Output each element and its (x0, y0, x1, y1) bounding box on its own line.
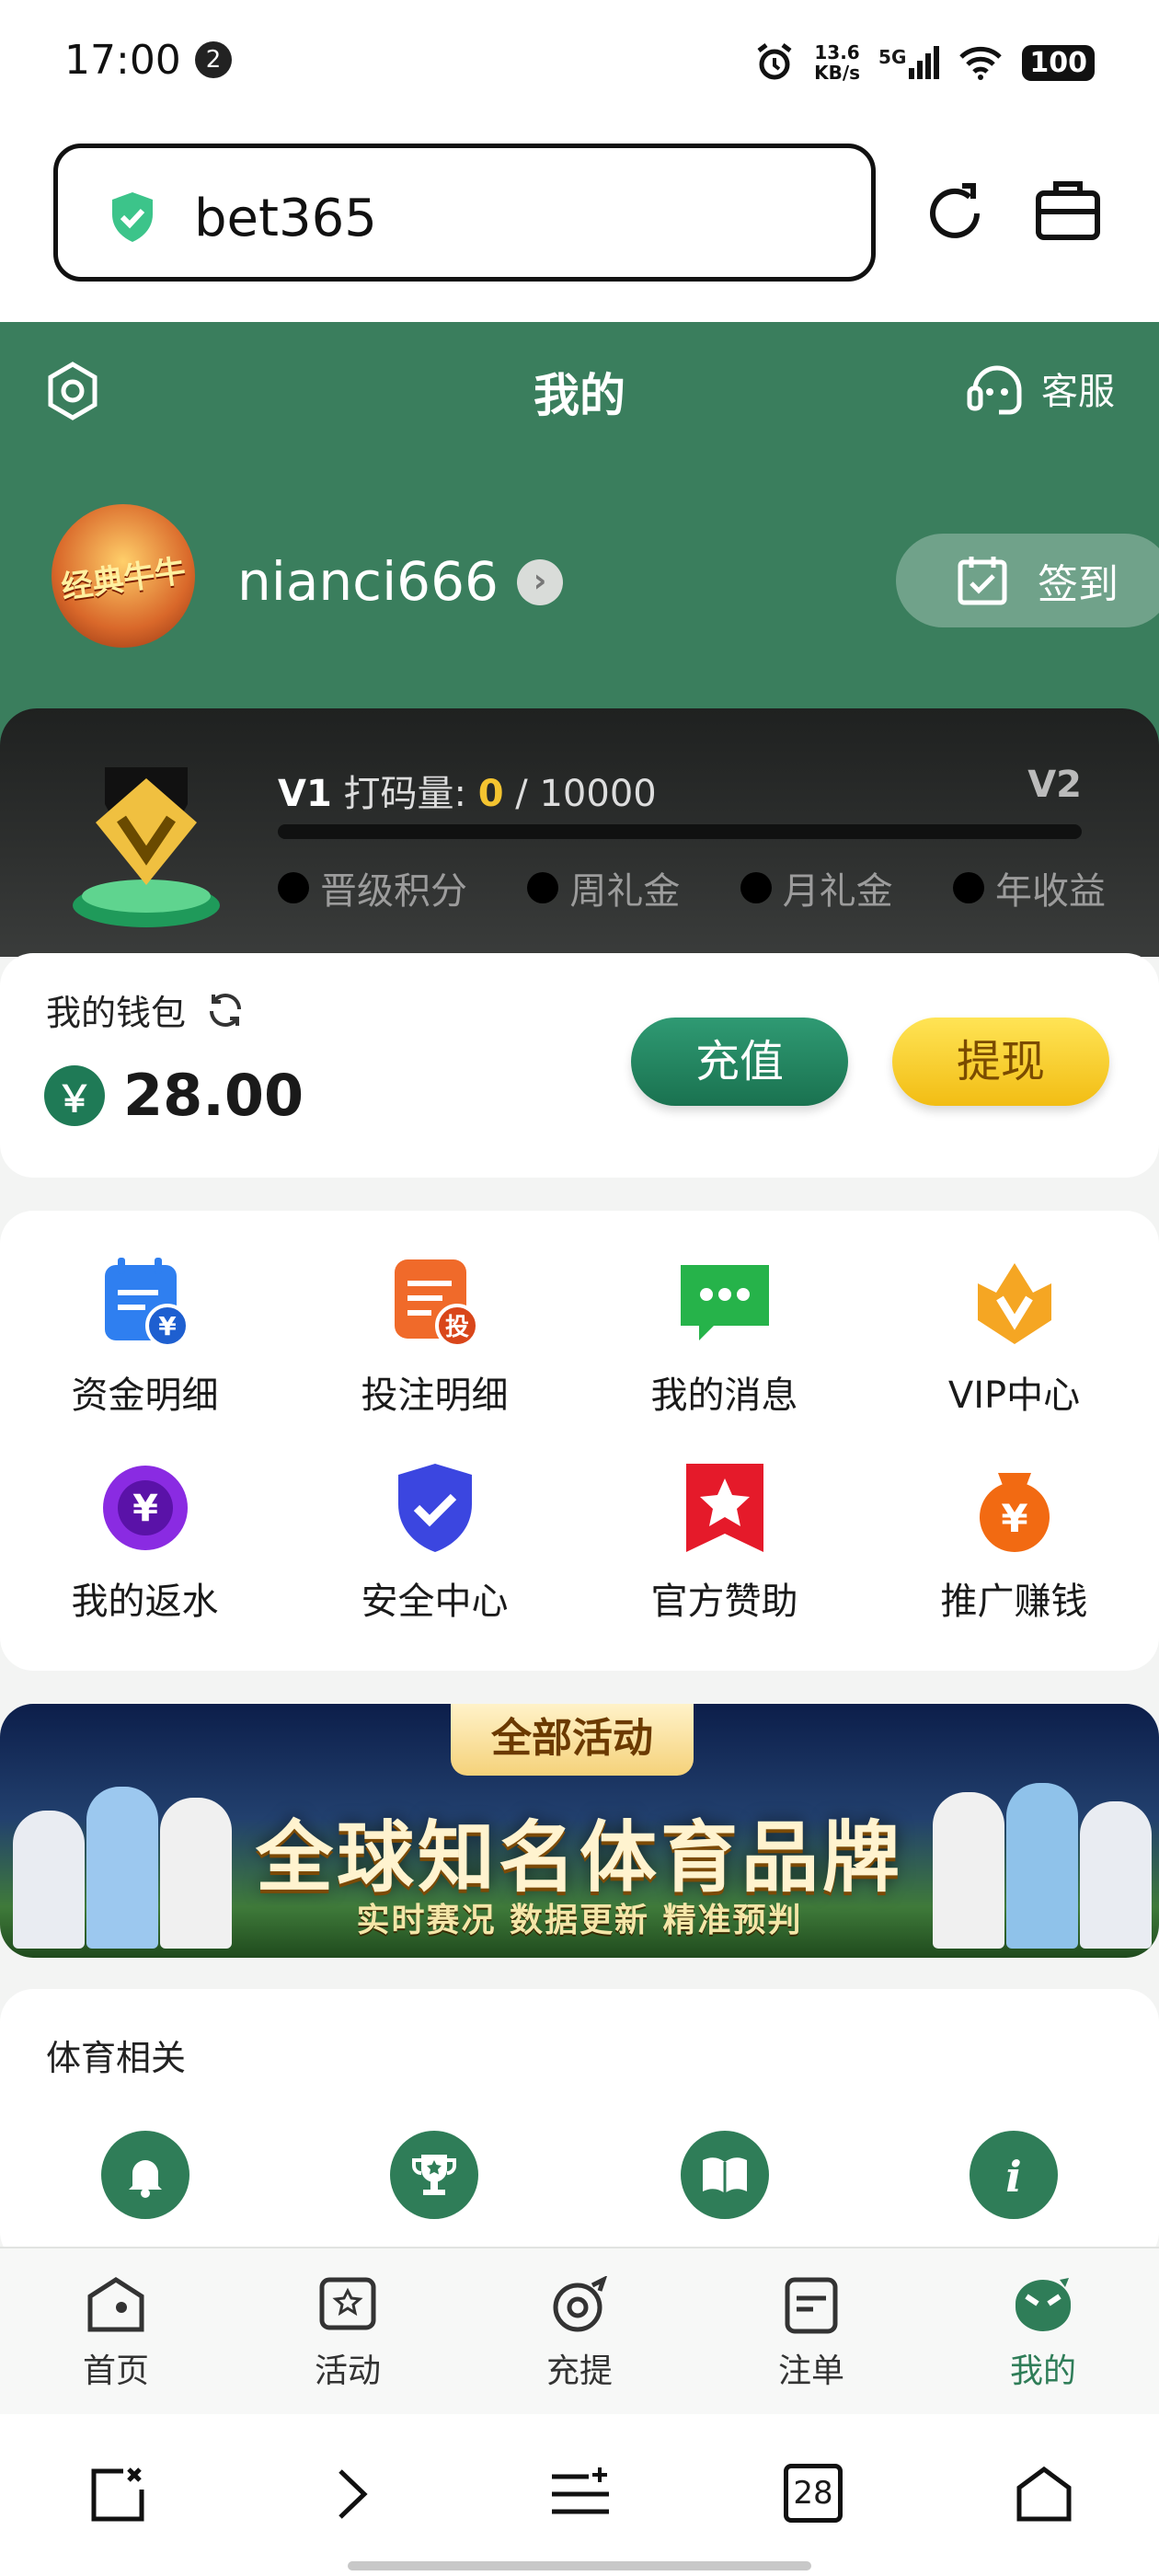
vip-crown-icon (977, 1263, 1051, 1344)
status-bar: 17:00 2 13.6 KB/s 5G 100 (0, 0, 1159, 129)
promo-banner[interactable]: 全部活动 全球知名体育品牌 实时赛况 数据更新 精准预判 (0, 1704, 1159, 1958)
new-tab-icon[interactable] (86, 2464, 147, 2524)
perk-item: 周礼金 (527, 861, 680, 914)
svg-text:¥: ¥ (158, 1311, 177, 1341)
headset-icon (967, 365, 1022, 415)
vip-next-level: V2 (1027, 764, 1082, 806)
perk-item: 年收益 (952, 861, 1106, 914)
perk-item: 月礼金 (740, 861, 893, 914)
vip-perks: 晋级积分 周礼金 月礼金 年收益 (278, 861, 1106, 914)
section-title: 体育相关 (46, 2038, 187, 2078)
menu-vip-center[interactable]: VIP中心 (869, 1211, 1159, 1417)
reload-icon[interactable] (920, 178, 990, 248)
menu-messages[interactable]: 我的消息 (580, 1211, 869, 1417)
browser-toolbar: 28 (0, 2414, 1159, 2576)
activity-icon (319, 2277, 376, 2330)
avatar-text: 经典牛牛 (59, 552, 189, 606)
deposit-withdraw-icon (553, 2275, 608, 2332)
info-icon[interactable]: i (970, 2131, 1058, 2219)
svg-text:¥: ¥ (132, 1488, 158, 1530)
alarm-icon (757, 43, 792, 80)
vip-badge-icon (73, 767, 220, 927)
menu-promote-earn[interactable]: ¥ 推广赚钱 (869, 1417, 1159, 1623)
sports-section: 体育相关 i (0, 1989, 1159, 2265)
security-shield-icon (397, 1464, 472, 1552)
calendar-check-icon (958, 557, 1007, 605)
menu-bet-details[interactable]: 投 投注明细 (290, 1211, 580, 1417)
checkin-label: 签到 (1038, 561, 1119, 608)
banner-tag: 全部活动 (451, 1704, 694, 1776)
currency-coin-icon: ￥ (44, 1064, 105, 1126)
perk-item: 晋级积分 (278, 861, 467, 914)
bet-details-icon: 投 (394, 1259, 479, 1348)
nav-profile[interactable]: 我的 (979, 2276, 1107, 2392)
app-bottom-nav: 首页 活动 充提 注单 我的 (0, 2247, 1159, 2414)
notification-count-badge: 2 (195, 41, 232, 78)
withdraw-button[interactable]: 提现 (892, 1018, 1109, 1106)
nav-bet-slip[interactable]: 注单 (747, 2276, 876, 2392)
customer-service-button[interactable]: 客服 (964, 357, 1115, 420)
status-time: 17:00 (64, 37, 181, 84)
forward-arrow-icon[interactable] (331, 2464, 372, 2524)
svg-text:投: 投 (444, 1314, 468, 1341)
deposit-button[interactable]: 充值 (631, 1018, 848, 1106)
message-icon (680, 1265, 769, 1340)
vip-progress-card[interactable]: V1 打码量: 0 / 10000 V2 晋级积分 周礼金 月礼金 年收益 (0, 708, 1159, 957)
sponsor-star-icon (685, 1464, 763, 1552)
refresh-icon[interactable] (204, 989, 247, 1031)
home-browser-icon[interactable] (1014, 2464, 1074, 2524)
vip-progress-bar (278, 824, 1082, 839)
nav-home[interactable]: 首页 (52, 2276, 180, 2392)
wallet-label: 我的钱包 (46, 984, 247, 1035)
feature-menu: ¥ 资金明细 投 投注明细 我的消息 VIP中心 ¥ 我的返水 安全中心 官方赞… (0, 1211, 1159, 1671)
service-label: 客服 (1041, 371, 1115, 413)
secure-shield-icon (112, 192, 153, 242)
rebate-chip-icon: ¥ (102, 1466, 188, 1550)
menu-fund-details[interactable]: ¥ 资金明细 (0, 1211, 290, 1417)
menu-icon[interactable] (548, 2464, 613, 2524)
promote-coin-icon: ¥ (979, 1473, 1050, 1552)
menu-rebate[interactable]: ¥ 我的返水 (0, 1417, 290, 1623)
battery-indicator: 100 (1022, 44, 1095, 81)
bell-icon[interactable] (101, 2131, 189, 2219)
wallet-balance: ￥ 28.00 (44, 1062, 304, 1129)
balance-value: 28.00 (123, 1062, 304, 1129)
browser-address-bar: bet365 (0, 129, 1159, 322)
menu-security-center[interactable]: 安全中心 (290, 1417, 580, 1623)
avatar[interactable]: 经典牛牛 (52, 504, 195, 648)
book-icon[interactable] (681, 2131, 769, 2219)
tabs-count-button[interactable]: 28 (784, 2464, 843, 2523)
url-field[interactable]: bet365 (53, 144, 876, 282)
checkin-button[interactable]: 签到 (896, 534, 1159, 627)
username[interactable]: nianci666 (237, 550, 499, 613)
gesture-bar (348, 2561, 811, 2570)
svg-text:i: i (1005, 2152, 1021, 2201)
banner-headline: 全球知名体育品牌 (255, 1812, 903, 1903)
wifi-icon (959, 46, 1003, 80)
vip-progress-text: V1 打码量: 0 / 10000 (278, 773, 657, 815)
wallet-card: 我的钱包 ￥ 28.00 充值 提现 (0, 953, 1159, 1178)
trophy-icon[interactable] (390, 2131, 478, 2219)
svg-text:¥: ¥ (1001, 1496, 1027, 1541)
url-text: bet365 (194, 189, 377, 248)
home-icon (87, 2277, 144, 2332)
fund-details-icon: ¥ (104, 1258, 189, 1348)
nav-deposit-withdraw[interactable]: 充提 (515, 2275, 644, 2392)
signal-icon: 5G (878, 46, 940, 79)
chevron-right-icon[interactable]: › (517, 559, 563, 605)
net-speed: 13.6 KB/s (814, 41, 861, 84)
menu-official-sponsor[interactable]: 官方赞助 (580, 1417, 869, 1623)
profile-icon (1016, 2278, 1071, 2331)
toolbox-icon[interactable] (1034, 177, 1102, 243)
banner-subline: 实时赛况 数据更新 精准预判 (356, 1902, 803, 1939)
bet-slip-icon (785, 2277, 838, 2334)
nav-activity[interactable]: 活动 (283, 2276, 412, 2392)
